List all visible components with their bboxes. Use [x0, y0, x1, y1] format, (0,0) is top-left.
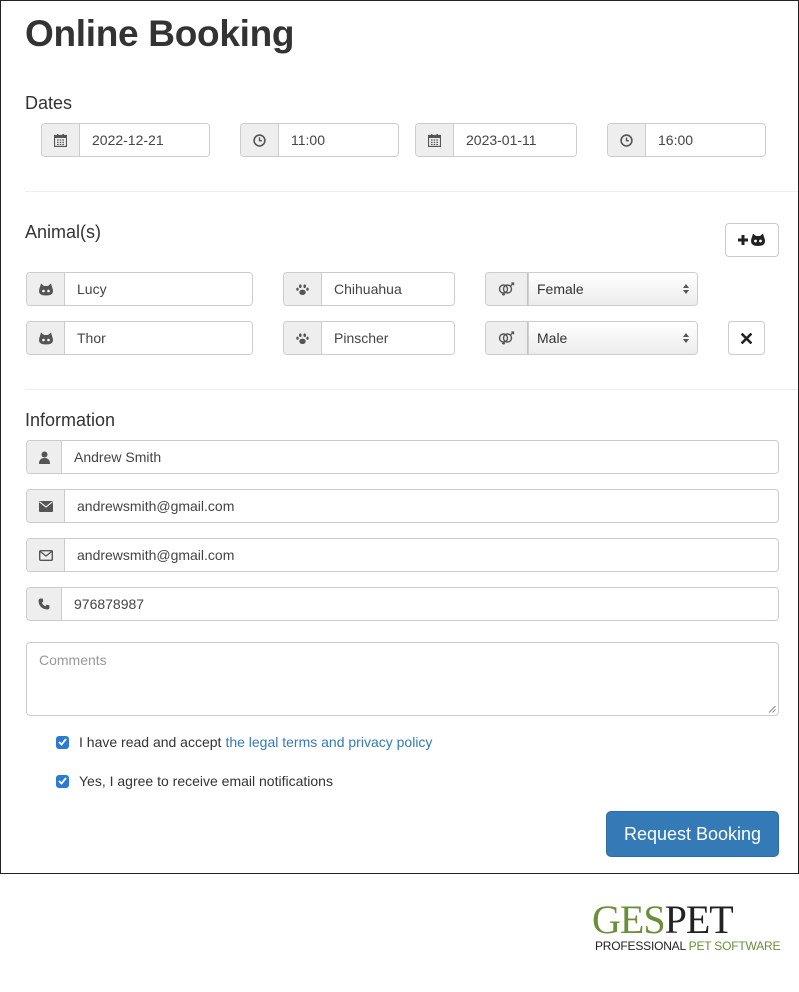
terms-checkbox[interactable] [56, 735, 69, 749]
cat-icon [27, 273, 65, 305]
add-animal-button[interactable] [725, 223, 779, 257]
terms-consent-row: I have read and accept the legal terms a… [56, 734, 432, 750]
end-time-input[interactable]: 16:00 [646, 124, 765, 156]
logo-pet: PET [664, 897, 734, 942]
phone-input[interactable]: 976878987 [62, 588, 778, 620]
animal-sex-field[interactable]: Male [485, 321, 698, 355]
animal-breed-input[interactable]: Pinscher [322, 322, 454, 354]
select-arrows-icon [683, 284, 689, 294]
close-icon [741, 332, 752, 344]
animal-sex-value: Female [537, 281, 584, 297]
user-icon [27, 441, 62, 473]
paw-icon [284, 322, 322, 354]
notifications-checkbox[interactable] [56, 774, 69, 788]
gender-icon [486, 273, 528, 305]
comments-textarea[interactable]: Comments [26, 642, 779, 716]
envelope-icon [27, 490, 65, 522]
animal-breed-field[interactable]: Chihuahua [283, 272, 455, 306]
email-field[interactable]: andrewsmith@gmail.com [26, 489, 779, 523]
start-date-input[interactable]: 2022-12-21 [80, 124, 209, 156]
email-input[interactable]: andrewsmith@gmail.com [65, 490, 778, 522]
start-time-field[interactable]: 11:00 [240, 123, 399, 157]
animal-name-input[interactable]: Lucy [65, 273, 252, 305]
animals-heading: Animal(s) [25, 222, 102, 242]
animal-sex-select[interactable]: Male [528, 322, 697, 354]
gender-icon [486, 322, 528, 354]
checkmark-icon [58, 738, 67, 746]
comments-placeholder: Comments [39, 652, 107, 668]
logo-tagline: PROFESSIONAL PET SOFTWARE [595, 939, 780, 953]
clock-icon [608, 124, 646, 156]
remove-animal-button[interactable] [728, 321, 765, 355]
full-name-field[interactable]: Andrew Smith [26, 440, 779, 474]
end-date-field[interactable]: 2023-01-11 [415, 123, 577, 157]
animal-breed-input[interactable]: Chihuahua [322, 273, 454, 305]
animal-breed-field[interactable]: Pinscher [283, 321, 455, 355]
gespet-logo: GESPET PROFESSIONAL PET SOFTWARE [592, 900, 782, 960]
terms-label: I have read and accept [79, 734, 222, 750]
section-divider [25, 191, 798, 192]
terms-link[interactable]: the legal terms and privacy policy [225, 734, 432, 750]
animal-name-input[interactable]: Thor [65, 322, 252, 354]
notifications-consent-row: Yes, I agree to receive email notificati… [56, 773, 333, 789]
page-title: Online Booking [25, 13, 295, 54]
section-divider [25, 389, 798, 390]
logo-tagline-professional: PROFESSIONAL [595, 939, 689, 953]
notifications-label: Yes, I agree to receive email notificati… [79, 773, 333, 789]
phone-field[interactable]: 976878987 [26, 587, 779, 621]
paw-icon [284, 273, 322, 305]
select-arrows-icon [683, 333, 689, 343]
calendar-icon [416, 124, 454, 156]
animal-name-field[interactable]: Thor [26, 321, 253, 355]
email-confirm-input[interactable]: andrewsmith@gmail.com [65, 539, 778, 571]
resize-handle-icon[interactable] [767, 704, 776, 713]
logo-tagline-pet-software: PET SOFTWARE [688, 939, 781, 953]
full-name-input[interactable]: Andrew Smith [62, 441, 778, 473]
dates-heading: Dates [25, 93, 73, 113]
start-time-input[interactable]: 11:00 [279, 124, 398, 156]
email-confirm-field[interactable]: andrewsmith@gmail.com [26, 538, 779, 572]
checkmark-icon [58, 777, 67, 785]
plus-cat-icon [738, 233, 766, 247]
calendar-icon [42, 124, 80, 156]
information-heading: Information [25, 410, 116, 430]
animal-name-field[interactable]: Lucy [26, 272, 253, 306]
end-date-input[interactable]: 2023-01-11 [454, 124, 576, 156]
logo-ges: GES [592, 897, 666, 942]
animal-sex-value: Male [537, 330, 568, 346]
booking-form-panel: Online Booking Dates 2022-12-21 11:00 20… [0, 0, 799, 874]
start-date-field[interactable]: 2022-12-21 [41, 123, 210, 157]
cat-icon [27, 322, 65, 354]
end-time-field[interactable]: 16:00 [607, 123, 766, 157]
envelope-outline-icon [27, 539, 65, 571]
request-booking-button[interactable]: Request Booking [606, 811, 779, 857]
phone-icon [27, 588, 62, 620]
clock-icon [241, 124, 279, 156]
logo-wordmark: GESPET [592, 897, 734, 942]
animal-sex-select[interactable]: Female [528, 273, 697, 305]
animal-sex-field[interactable]: Female [485, 272, 698, 306]
